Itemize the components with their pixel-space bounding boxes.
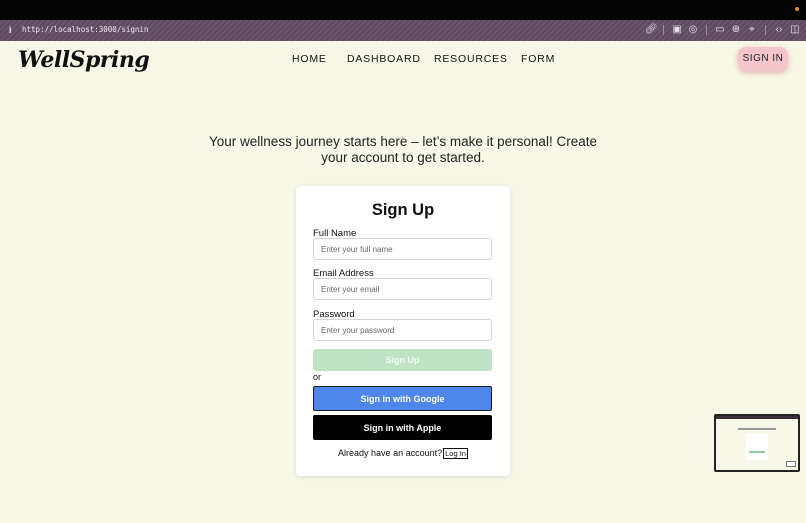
- site-logo[interactable]: WellSpring: [18, 47, 150, 73]
- login-prompt: Already have an account? Log In: [296, 448, 510, 459]
- toolbar-divider: [663, 25, 664, 35]
- google-sign-in-button[interactable]: Sign in with Google: [313, 386, 492, 411]
- nav-home[interactable]: HOME: [292, 53, 327, 65]
- link-icon[interactable]: 🔗︎: [645, 24, 658, 36]
- nav-resources[interactable]: RESOURCES: [434, 53, 508, 65]
- nav-dashboard[interactable]: DASHBOARD: [347, 53, 421, 65]
- already-account-text: Already have an account?: [338, 448, 443, 458]
- globe-icon[interactable]: ⊕: [731, 24, 741, 36]
- form-title: Sign Up: [371, 201, 435, 219]
- sign-in-button[interactable]: SIGN IN: [738, 47, 788, 71]
- or-divider-text: or: [313, 372, 322, 382]
- url-text[interactable]: http://localhost:3000/signin: [22, 25, 148, 34]
- password-input[interactable]: [313, 319, 492, 341]
- toolbar-divider: [765, 25, 766, 35]
- code-icon[interactable]: ‹›: [774, 24, 784, 36]
- system-top-bar: [0, 0, 806, 20]
- camera-icon[interactable]: ◎: [688, 24, 698, 36]
- toolbar-divider: [706, 25, 707, 35]
- nav-form[interactable]: FORM: [521, 53, 555, 65]
- browser-address-bar[interactable]: i http://localhost:3000/signin 🔗︎ ▣ ◎ ▭ …: [0, 20, 806, 41]
- thumbnail-card: [746, 434, 768, 460]
- recording-indicator-icon: [795, 7, 799, 11]
- screenshot-preview-thumbnail[interactable]: [714, 414, 800, 472]
- sidebar-icon[interactable]: ◫: [790, 24, 800, 36]
- browser-toolbar: 🔗︎ ▣ ◎ ▭ ⊕ ⌖ ‹› ◫: [645, 24, 800, 36]
- log-in-link[interactable]: Log In: [443, 448, 468, 459]
- thumbnail-button: [749, 451, 765, 453]
- info-icon[interactable]: i: [9, 25, 12, 35]
- thumbnail-header: [716, 416, 798, 419]
- apple-sign-in-button[interactable]: Sign in with Apple: [313, 415, 492, 440]
- site-header: WellSpring HOME DASHBOARD RESOURCES FORM…: [0, 41, 806, 81]
- screenshot-icon[interactable]: ▣: [672, 24, 682, 36]
- thumbnail-text-line: [738, 428, 776, 430]
- intro-text: Your wellness journey starts here – let’…: [209, 134, 597, 165]
- thumbnail-corner-box: [786, 461, 796, 467]
- full-name-input[interactable]: [313, 238, 492, 260]
- email-input[interactable]: [313, 278, 492, 300]
- window-icon[interactable]: ▭: [715, 24, 725, 36]
- sign-up-button[interactable]: Sign Up: [313, 349, 492, 371]
- crosshair-icon[interactable]: ⌖: [747, 24, 757, 36]
- signup-card: Sign Up Full Name Email Address Password…: [296, 186, 510, 476]
